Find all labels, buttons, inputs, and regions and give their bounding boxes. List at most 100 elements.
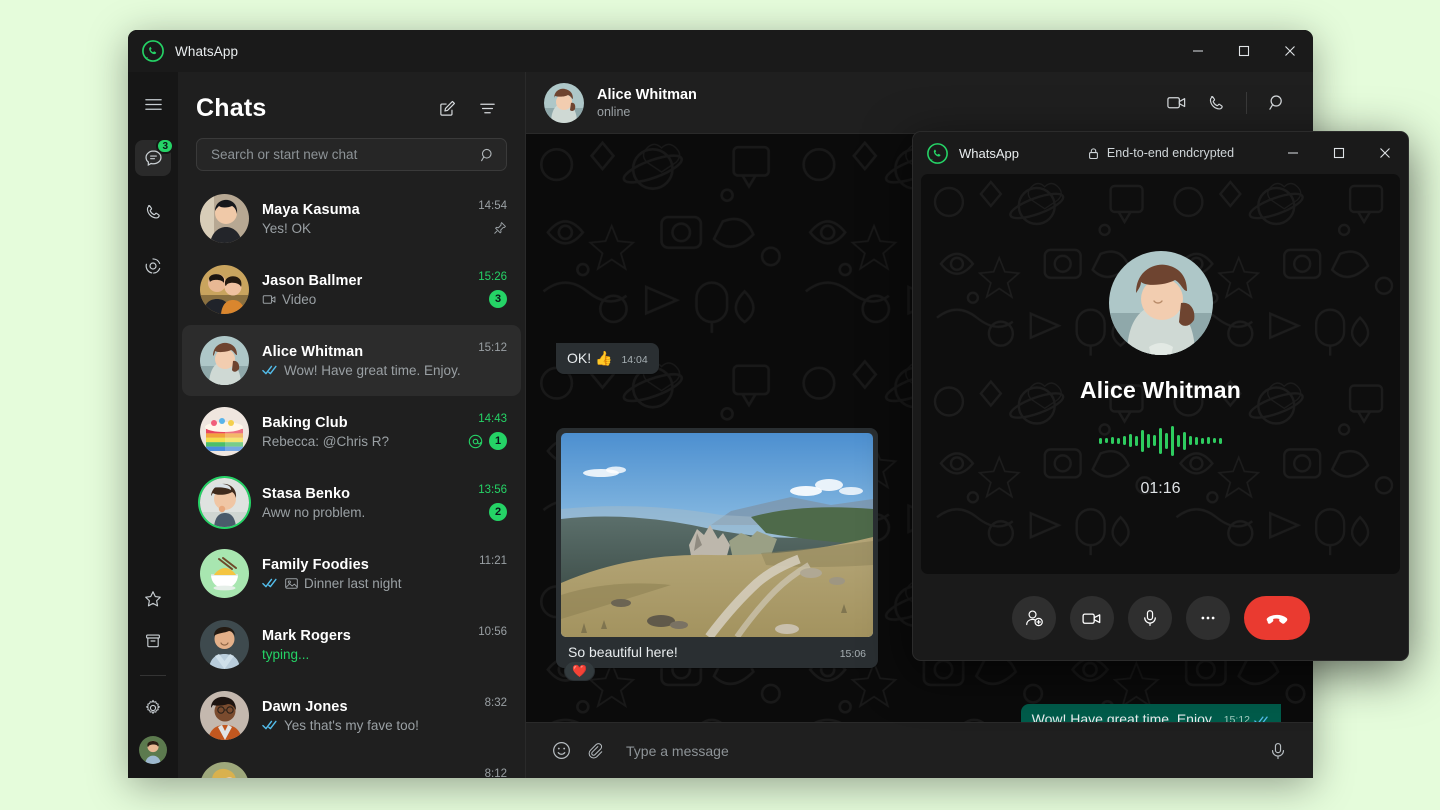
chat-item-content: Ziggy Woodley — [262, 777, 463, 778]
waveform-bar — [1165, 433, 1168, 449]
search-container — [178, 134, 525, 181]
chats-unread-badge: 3 — [156, 138, 174, 154]
chat-item-preview: typing... — [262, 647, 463, 662]
pin-icon — [493, 221, 507, 235]
waveform-bar — [1201, 438, 1204, 444]
call-controls — [913, 574, 1408, 661]
video-call-icon[interactable] — [1158, 85, 1194, 121]
chat-list-item-stasa-benko[interactable]: Stasa Benko Aww no problem. 13:56 2 — [182, 467, 521, 538]
chat-list-item-baking-club[interactable]: Baking Club Rebecca: @Chris R? 14:43 — [182, 396, 521, 467]
chat-item-time: 8:12 — [485, 768, 507, 778]
chat-list-item-dawn-jones[interactable]: Dawn Jones Yes that's my fave too! — [182, 680, 521, 751]
video-icon — [262, 292, 277, 307]
window-minimize-button[interactable] — [1175, 30, 1221, 72]
chat-list-actions — [431, 92, 503, 124]
microphone-icon[interactable] — [1261, 734, 1295, 768]
attachment-icon[interactable] — [578, 734, 612, 768]
waveform-bar — [1153, 435, 1156, 446]
add-person-button[interactable] — [1012, 596, 1056, 640]
call-window-titlebar: WhatsApp End-to-end endcrypted — [913, 132, 1408, 174]
hamburger-menu-icon[interactable] — [135, 86, 171, 122]
message-photo[interactable] — [561, 433, 873, 637]
conversation-avatar[interactable] — [544, 83, 584, 123]
chat-item-preview: Rebecca: @Chris R? — [262, 434, 460, 449]
avatar-with-status-ring[interactable] — [200, 478, 249, 527]
search-input[interactable] — [211, 147, 480, 162]
new-chat-icon[interactable] — [431, 92, 463, 124]
call-stage: Alice Whitman 01:16 — [921, 174, 1400, 574]
call-window-minimize-button[interactable] — [1270, 132, 1316, 174]
double-check-icon — [262, 364, 279, 376]
chat-list-item-alice-whitman[interactable]: Alice Whitman Wow! Have great time. Enjo… — [182, 325, 521, 396]
search-in-chat-icon[interactable] — [1259, 85, 1295, 121]
chat-item-preview: Yes! OK — [262, 221, 463, 236]
chat-item-time: 14:43 — [478, 413, 507, 425]
chat-item-name: Ziggy Woodley — [262, 777, 463, 778]
toggle-mic-button[interactable] — [1128, 596, 1172, 640]
chat-list[interactable]: Maya Kasuma Yes! OK 14:54 — [178, 181, 525, 778]
call-window-maximize-button[interactable] — [1316, 132, 1362, 174]
chat-item-preview: Yes that's my fave too! — [262, 718, 463, 733]
chat-item-time: 8:32 — [485, 697, 507, 709]
chat-list-item-maya-kasuma[interactable]: Maya Kasuma Yes! OK 14:54 — [182, 183, 521, 254]
image-caption-row: So beautiful here! 15:06 — [561, 637, 873, 668]
chat-item-time: 11:21 — [479, 555, 507, 567]
call-window-app-name: WhatsApp — [959, 146, 1019, 161]
chat-item-preview: Wow! Have great time. Enjoy. — [262, 363, 463, 378]
message-reaction[interactable]: ❤️ — [564, 661, 595, 681]
conversation-contact-name: Alice Whitman — [597, 87, 697, 103]
chat-item-meta: 10:56 — [471, 626, 507, 663]
sidebar-item-calls[interactable] — [135, 194, 171, 230]
sidebar-item-status[interactable] — [135, 248, 171, 284]
message-content: Wow! Have great time. Enjoy. 15:12 — [1021, 704, 1281, 722]
sidebar-item-chats[interactable]: 3 — [135, 140, 171, 176]
chat-item-content: Mark Rogers typing... — [262, 628, 463, 662]
chat-item-content: Family Foodies — [262, 557, 463, 591]
chat-item-name: Dawn Jones — [262, 699, 463, 715]
avatar — [200, 194, 249, 243]
unread-count-badge: 2 — [489, 503, 507, 521]
avatar — [200, 265, 249, 314]
chat-list-header: Chats — [178, 72, 525, 134]
search-icon — [480, 147, 496, 163]
chat-item-name: Stasa Benko — [262, 486, 463, 502]
window-maximize-button[interactable] — [1221, 30, 1267, 72]
search-box[interactable] — [196, 138, 507, 171]
waveform-bar — [1219, 438, 1222, 444]
chat-item-name: Alice Whitman — [262, 344, 463, 360]
message-input[interactable] — [626, 743, 1247, 759]
waveform-bar — [1171, 426, 1174, 456]
message-bubble-image[interactable]: So beautiful here! 15:06 ❤️ — [556, 428, 878, 668]
chat-item-meta: 8:32 — [471, 697, 507, 734]
chat-list-item-jason-ballmer[interactable]: Jason Ballmer Video 15:2 — [182, 254, 521, 325]
end-call-button[interactable] — [1244, 596, 1310, 640]
sidebar-item-archived[interactable] — [135, 623, 171, 659]
sidebar-item-starred[interactable] — [135, 581, 171, 617]
chat-item-name: Baking Club — [262, 415, 460, 431]
message-timestamp: 14:04 — [621, 354, 647, 366]
avatar — [200, 762, 249, 778]
chat-list-item-ziggy-woodley[interactable]: Ziggy Woodley 8:12 — [182, 751, 521, 778]
chat-item-preview: Dinner last night — [262, 576, 463, 591]
emoji-icon[interactable] — [544, 734, 578, 768]
chat-list-item-mark-rogers[interactable]: Mark Rogers typing... 10:56 — [182, 609, 521, 680]
double-check-icon — [262, 577, 279, 589]
message-bubble-outgoing[interactable]: Wow! Have great time. Enjoy. 15:12 — [1021, 704, 1281, 722]
avatar — [200, 691, 249, 740]
more-options-button[interactable] — [1186, 596, 1230, 640]
profile-avatar[interactable] — [139, 736, 167, 764]
waveform-bar — [1177, 435, 1180, 447]
call-window-close-button[interactable] — [1362, 132, 1408, 174]
chat-item-meta: 15:26 3 — [471, 271, 507, 308]
waveform-bar — [1123, 436, 1126, 445]
window-close-button[interactable] — [1267, 30, 1313, 72]
sidebar-item-settings[interactable] — [135, 690, 171, 726]
message-bubble-incoming[interactable]: OK! 👍 14:04 — [556, 343, 659, 374]
waveform-bar — [1099, 438, 1102, 444]
filter-chats-icon[interactable] — [471, 92, 503, 124]
chat-item-time: 10:56 — [478, 626, 507, 638]
chat-item-time: 15:12 — [478, 342, 507, 354]
toggle-camera-button[interactable] — [1070, 596, 1114, 640]
voice-call-icon[interactable] — [1198, 85, 1234, 121]
chat-list-item-family-foodies[interactable]: Family Foodies — [182, 538, 521, 609]
